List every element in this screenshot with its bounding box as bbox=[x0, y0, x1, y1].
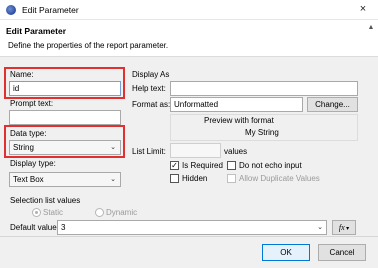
help-text-input[interactable] bbox=[170, 81, 358, 96]
data-type-select[interactable]: String ⌄ bbox=[9, 140, 121, 155]
expression-builder-button[interactable]: fx ▾ bbox=[332, 220, 356, 235]
display-type-value: Text Box bbox=[13, 175, 44, 184]
display-as-label: Display As bbox=[132, 70, 170, 79]
list-limit-input[interactable] bbox=[170, 143, 221, 158]
default-value-input[interactable]: 3 ⌄ bbox=[57, 220, 327, 235]
default-value-label: Default value: bbox=[10, 223, 59, 232]
name-label: Name: bbox=[10, 70, 34, 79]
footer-separator bbox=[0, 236, 378, 237]
dynamic-label: Dynamic bbox=[106, 208, 138, 217]
is-required-checkbox[interactable]: ✓ bbox=[170, 161, 179, 170]
static-radio[interactable] bbox=[32, 208, 41, 217]
hidden-checkbox[interactable] bbox=[170, 174, 179, 183]
list-limit-label: List Limit: bbox=[132, 147, 166, 156]
data-type-value: String bbox=[13, 143, 34, 152]
chevron-down-icon: ⌄ bbox=[317, 224, 323, 231]
chevron-down-icon: ⌄ bbox=[110, 144, 116, 151]
do-not-echo-checkbox[interactable] bbox=[227, 161, 236, 170]
preview-label: Preview with format bbox=[204, 116, 274, 125]
values-label: values bbox=[224, 147, 248, 156]
dialog-header-title: Edit Parameter bbox=[6, 26, 66, 36]
allow-duplicates-checkbox[interactable] bbox=[227, 174, 236, 183]
do-not-echo-label: Do not echo input bbox=[239, 161, 302, 170]
format-as-field: Unformatted bbox=[170, 97, 303, 112]
hidden-label: Hidden bbox=[182, 174, 208, 183]
name-input[interactable]: id bbox=[9, 81, 121, 96]
allow-duplicates-label: Allow Duplicate Values bbox=[239, 174, 320, 183]
cancel-button[interactable]: Cancel bbox=[318, 244, 366, 261]
display-type-select[interactable]: Text Box ⌄ bbox=[9, 172, 121, 187]
prompt-text-label: Prompt text: bbox=[10, 99, 54, 108]
default-value-text: 3 bbox=[61, 223, 66, 232]
dynamic-radio[interactable] bbox=[95, 208, 104, 217]
selection-list-label: Selection list values bbox=[10, 196, 81, 205]
close-icon[interactable]: × bbox=[354, 2, 372, 17]
data-type-label: Data type: bbox=[10, 129, 47, 138]
ok-button[interactable]: OK bbox=[262, 244, 310, 261]
change-format-button[interactable]: Change... bbox=[307, 97, 358, 112]
scroll-up-arrow-icon[interactable]: ▲ bbox=[364, 21, 378, 35]
dialog-header-description: Define the properties of the report para… bbox=[8, 41, 169, 50]
window-title: Edit Parameter bbox=[22, 5, 79, 15]
display-type-label: Display type: bbox=[10, 159, 56, 168]
help-text-label: Help text: bbox=[132, 84, 166, 93]
prompt-text-input[interactable] bbox=[9, 110, 121, 125]
format-as-label: Format as: bbox=[132, 100, 171, 109]
eclipse-app-icon bbox=[6, 5, 16, 15]
is-required-label: Is Required bbox=[182, 161, 223, 170]
static-label: Static bbox=[43, 208, 64, 217]
chevron-down-icon: ⌄ bbox=[110, 176, 116, 183]
preview-value: My String bbox=[245, 128, 279, 137]
